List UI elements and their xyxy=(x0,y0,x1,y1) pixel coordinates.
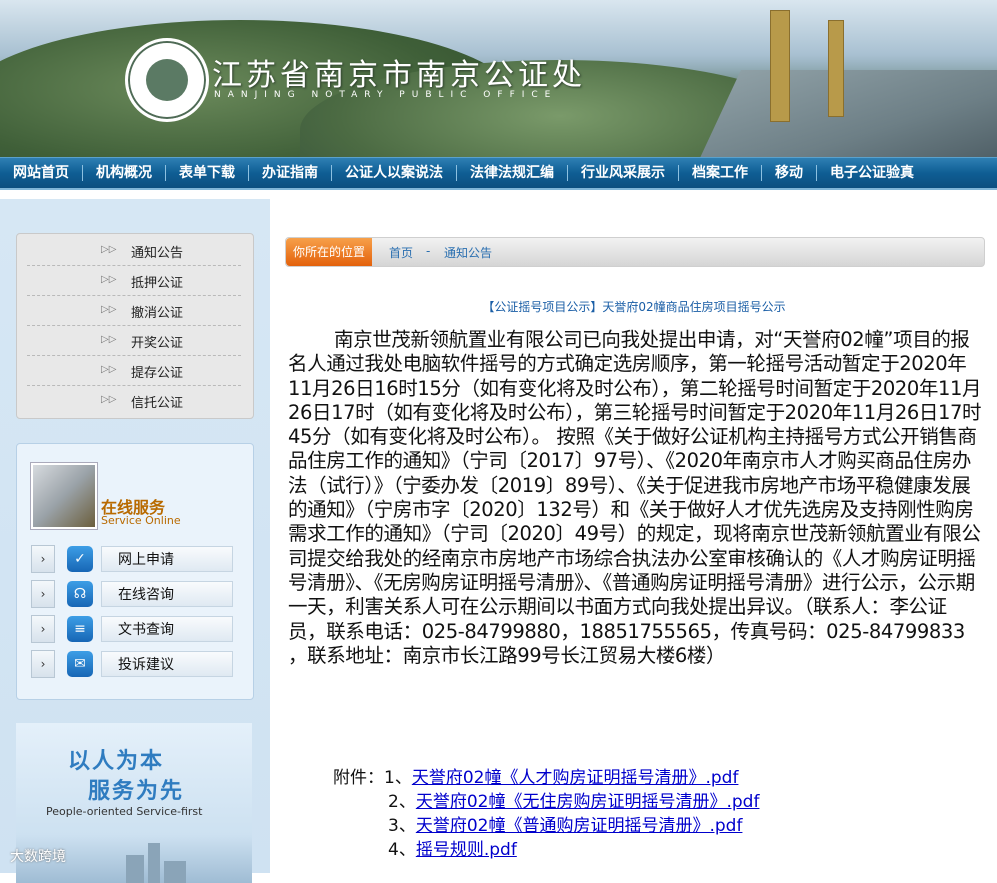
attachment-row: 3、天誉府02幢《普通购房证明摇号清册》.pdf xyxy=(388,811,742,836)
document-list-icon: ≡ xyxy=(67,616,93,642)
double-chevron-right-icon: ▷▷ xyxy=(101,394,117,405)
attachment-number: 1、 xyxy=(384,768,412,788)
checklist-icon: ✓ xyxy=(67,546,93,572)
nav-item-mobile[interactable]: 移动 xyxy=(762,158,816,188)
banner-bridge-tower xyxy=(770,10,790,122)
service-label: 文书查询 xyxy=(101,616,233,642)
double-chevron-right-icon: ▷▷ xyxy=(101,364,117,375)
city-skyline xyxy=(148,843,160,883)
nav-item-laws[interactable]: 法律法规汇编 xyxy=(457,158,567,188)
service-label: 在线咨询 xyxy=(101,581,233,607)
watermark: 大数跨境 xyxy=(10,849,66,865)
nav-item-verify[interactable]: 电子公证验真 xyxy=(817,158,927,188)
attachment-row: 2、天誉府02幢《无住房购房证明摇号清册》.pdf xyxy=(388,787,759,812)
slogan-line-3: People-oriented Service-first xyxy=(46,805,203,818)
sidebar-item-label: 撤消公证 xyxy=(131,306,184,321)
breadcrumb-label: 你所在的位置 xyxy=(286,238,372,266)
attachment-link[interactable]: 天誉府02幢《普通购房证明摇号清册》.pdf xyxy=(416,816,743,836)
service-complaint[interactable]: › ✉ 投诉建议 xyxy=(31,649,241,679)
logo-lion-emblem xyxy=(146,59,188,101)
double-chevron-right-icon: ▷▷ xyxy=(101,334,117,345)
site-title: 江苏省南京市南京公证处 xyxy=(212,58,586,93)
attachment-link[interactable]: 天誉府02幢《无住房购房证明摇号清册》.pdf xyxy=(416,792,760,812)
online-service-subtitle: Service Online xyxy=(101,514,181,527)
article-body: 南京世茂新领航置业有限公司已向我处提出申请，对“天誉府02幢”项目的报名人通过我… xyxy=(288,328,982,667)
chat-bubble-icon: ✉ xyxy=(67,651,93,677)
service-photo xyxy=(31,463,97,529)
sidebar-item-revocation[interactable]: ▷▷ 撤消公证 xyxy=(27,296,241,326)
attachment-row: 4、摇号规则.pdf xyxy=(388,835,517,860)
nav-item-guide[interactable]: 办证指南 xyxy=(249,158,331,188)
chevron-right-icon: › xyxy=(31,650,55,678)
attachment-number: 3、 xyxy=(388,816,416,836)
slogan-line-2: 服务为先 xyxy=(88,779,185,804)
breadcrumb-current[interactable]: 通知公告 xyxy=(444,244,492,261)
banner-bridge-road xyxy=(699,70,997,157)
nav-item-showcase[interactable]: 行业风采展示 xyxy=(568,158,678,188)
attachment-row: 附件：1、天誉府02幢《人才购房证明摇号清册》.pdf xyxy=(333,763,738,788)
nav-item-forms[interactable]: 表单下载 xyxy=(166,158,248,188)
header-banner: 江苏省南京市南京公证处 NANJING NOTARY PUBLIC OFFICE xyxy=(0,0,997,157)
attachment-link[interactable]: 摇号规则.pdf xyxy=(416,840,517,860)
double-chevron-right-icon: ▷▷ xyxy=(101,244,117,255)
breadcrumb-separator: - xyxy=(426,244,431,258)
headset-icon: ☊ xyxy=(67,581,93,607)
service-online-consult[interactable]: › ☊ 在线咨询 xyxy=(31,579,241,609)
attachment-number: 4、 xyxy=(388,840,416,860)
sidebar-item-label: 信托公证 xyxy=(131,396,184,411)
nav-item-home[interactable]: 网站首页 xyxy=(0,158,82,188)
sidebar-item-label: 通知公告 xyxy=(131,246,184,261)
sidebar-item-notices[interactable]: ▷▷ 通知公告 xyxy=(27,236,241,266)
sidebar: ▷▷ 通知公告 ▷▷ 抵押公证 ▷▷ 撤消公证 ▷▷ 开奖公证 ▷▷ 提存公证 … xyxy=(0,199,270,883)
service-label: 网上申请 xyxy=(101,546,233,572)
service-label: 投诉建议 xyxy=(101,651,233,677)
double-chevron-right-icon: ▷▷ xyxy=(101,304,117,315)
nav-item-archive[interactable]: 档案工作 xyxy=(679,158,761,188)
site-subtitle: NANJING NOTARY PUBLIC OFFICE xyxy=(214,90,558,100)
banner-bridge-tower xyxy=(828,20,844,117)
online-service-panel: 在线服务 Service Online › ✓ 网上申请 › ☊ 在线咨询 › … xyxy=(16,443,254,700)
sidebar-item-mortgage[interactable]: ▷▷ 抵押公证 xyxy=(27,266,241,296)
nav-item-about[interactable]: 机构概况 xyxy=(83,158,165,188)
service-online-apply[interactable]: › ✓ 网上申请 xyxy=(31,544,241,574)
sidebar-item-trust[interactable]: ▷▷ 信托公证 xyxy=(27,386,241,415)
sidebar-item-label: 提存公证 xyxy=(131,366,184,381)
sidebar-item-label: 开奖公证 xyxy=(131,336,184,351)
breadcrumb: 你所在的位置 首页 - 通知公告 xyxy=(285,237,985,267)
attachment-number: 2、 xyxy=(388,792,416,812)
city-skyline xyxy=(126,855,144,883)
sidebar-menu: ▷▷ 通知公告 ▷▷ 抵押公证 ▷▷ 撤消公证 ▷▷ 开奖公证 ▷▷ 提存公证 … xyxy=(16,233,254,419)
article-title: 【公证摇号项目公示】天誉府02幢商品住房项目摇号公示 xyxy=(482,300,786,314)
chevron-right-icon: › xyxy=(31,615,55,643)
sidebar-item-escrow[interactable]: ▷▷ 提存公证 xyxy=(27,356,241,386)
slogan-line-1: 以人为本 xyxy=(68,749,165,774)
chevron-right-icon: › xyxy=(31,580,55,608)
breadcrumb-home-link[interactable]: 首页 xyxy=(389,244,413,261)
main-nav: 网站首页 机构概况 表单下载 办证指南 公证人以案说法 法律法规汇编 行业风采展… xyxy=(0,157,997,190)
attachments-label: 附件： xyxy=(333,768,384,788)
sidebar-item-label: 抵押公证 xyxy=(131,276,184,291)
service-document-query[interactable]: › ≡ 文书查询 xyxy=(31,614,241,644)
nav-item-cases[interactable]: 公证人以案说法 xyxy=(332,158,456,188)
city-skyline xyxy=(164,861,186,883)
sidebar-item-lottery[interactable]: ▷▷ 开奖公证 xyxy=(27,326,241,356)
notary-logo[interactable] xyxy=(125,38,209,122)
chevron-right-icon: › xyxy=(31,545,55,573)
double-chevron-right-icon: ▷▷ xyxy=(101,274,117,285)
attachment-link[interactable]: 天誉府02幢《人才购房证明摇号清册》.pdf xyxy=(412,768,739,788)
